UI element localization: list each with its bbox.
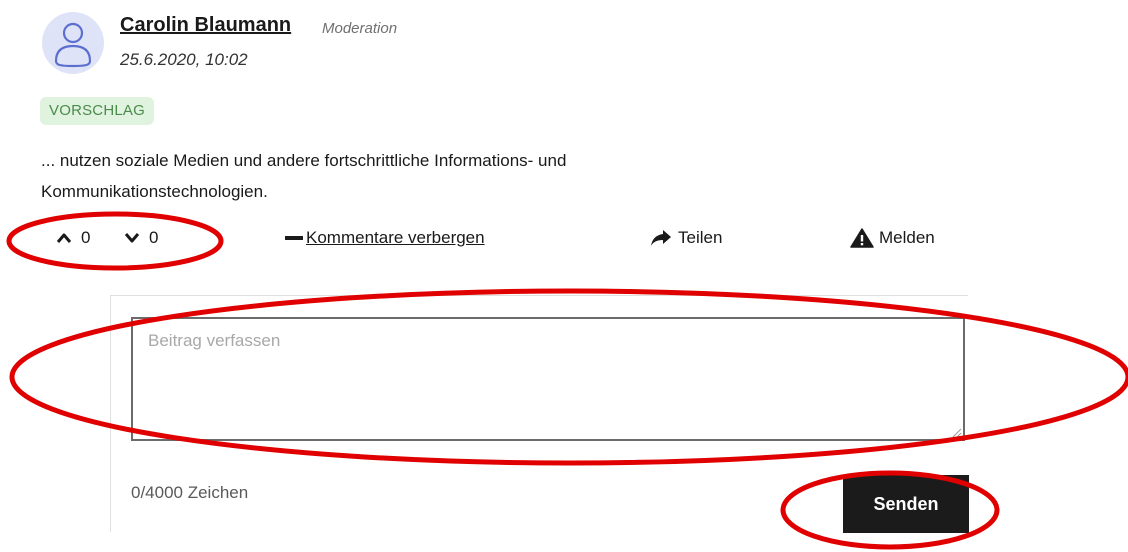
post-text-line: ... nutzen soziale Medien und andere for… bbox=[41, 151, 567, 170]
user-icon bbox=[54, 22, 92, 68]
thread-line bbox=[110, 296, 111, 532]
post-date: 25.6.2020, 10:02 bbox=[120, 50, 248, 69]
avatar bbox=[42, 12, 104, 74]
share-arrow-icon bbox=[651, 230, 671, 246]
upvote-button[interactable]: 0 bbox=[56, 228, 90, 248]
divider bbox=[110, 295, 968, 296]
status-badge: VORSCHLAG bbox=[40, 97, 154, 125]
warning-triangle-icon bbox=[850, 228, 874, 248]
chevron-up-icon bbox=[56, 233, 72, 243]
report-label: Melden bbox=[879, 228, 935, 247]
share-label: Teilen bbox=[678, 228, 723, 247]
post-text-line: Kommunikationstechnologien. bbox=[41, 182, 268, 201]
comment-input[interactable] bbox=[131, 317, 965, 441]
annotation-ellipse bbox=[6, 211, 224, 271]
downvote-button[interactable]: 0 bbox=[124, 228, 158, 248]
downvote-count: 0 bbox=[149, 228, 159, 247]
post-text: ... nutzen soziale Medien und andere for… bbox=[41, 145, 801, 207]
toggle-comments-label: Kommentare verbergen bbox=[306, 228, 485, 247]
report-button[interactable]: Melden bbox=[850, 228, 935, 248]
minus-icon bbox=[285, 236, 303, 240]
author-name-link[interactable]: Carolin Blaumann bbox=[120, 14, 291, 37]
toggle-comments-button[interactable]: Kommentare verbergen bbox=[284, 228, 485, 248]
upvote-count: 0 bbox=[81, 228, 91, 247]
author-role: Moderation bbox=[322, 20, 398, 37]
annotation-overlay bbox=[6, 211, 1128, 550]
share-button[interactable]: Teilen bbox=[650, 228, 722, 248]
send-button[interactable]: Senden bbox=[843, 475, 969, 533]
resize-handle-icon[interactable] bbox=[952, 428, 962, 438]
chevron-down-icon bbox=[124, 233, 140, 243]
char-counter: 0/4000 Zeichen bbox=[131, 483, 249, 502]
